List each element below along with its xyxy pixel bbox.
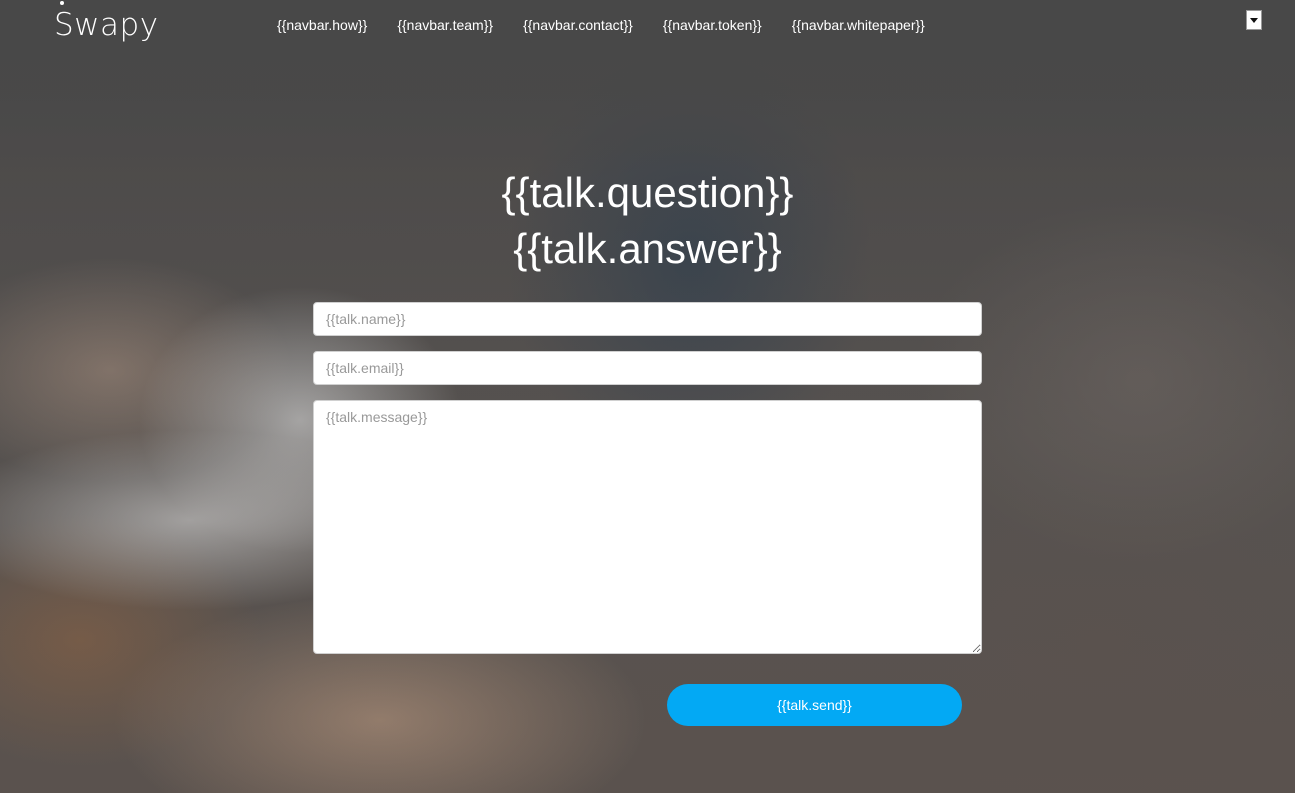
logo-text: Swapy: [54, 7, 159, 43]
email-field[interactable]: [313, 351, 982, 385]
nav-link-contact[interactable]: {{navbar.contact}}: [508, 15, 648, 35]
nav-link-token[interactable]: {{navbar.token}}: [648, 15, 777, 35]
logo-mark: Swapy: [54, 1, 159, 43]
chevron-down-icon: [1250, 17, 1258, 23]
nav-link-how[interactable]: {{navbar.how}}: [262, 15, 382, 35]
nav-link-whitepaper[interactable]: {{navbar.whitepaper}}: [777, 15, 940, 35]
nav-link-team[interactable]: {{navbar.team}}: [382, 15, 508, 35]
page: Swapy {{navbar.how}} {{navbar.team}} {{n…: [0, 0, 1295, 793]
navbar: Swapy {{navbar.how}} {{navbar.team}} {{n…: [0, 0, 1295, 50]
language-select[interactable]: [1246, 10, 1262, 30]
send-button[interactable]: {{talk.send}}: [667, 684, 962, 726]
background-overlay: [0, 0, 1295, 793]
message-field[interactable]: [313, 400, 982, 654]
nav-links: {{navbar.how}} {{navbar.team}} {{navbar.…: [262, 15, 940, 35]
logo[interactable]: Swapy: [54, 1, 159, 44]
name-field[interactable]: [313, 302, 982, 336]
logo-dot: [60, 1, 64, 5]
talk-answer-heading: {{talk.answer}}: [513, 225, 782, 272]
talk-question-heading: {{talk.question}}: [501, 169, 794, 216]
